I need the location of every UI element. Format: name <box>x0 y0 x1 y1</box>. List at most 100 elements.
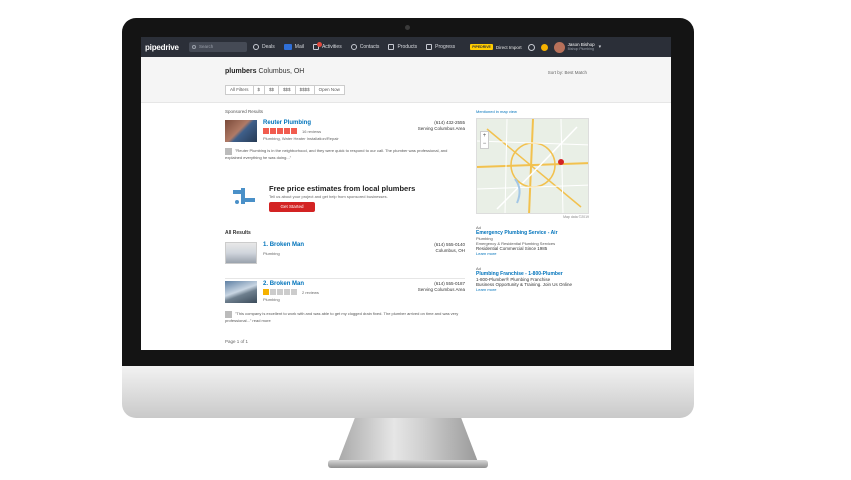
business-contact: (614) 555-0187 Serving Columbus Area <box>418 281 465 293</box>
side-ad[interactable]: Ad Emergency Plumbing Service - Air Plum… <box>476 225 589 256</box>
nav-progress[interactable]: Progress <box>426 44 455 50</box>
business-category: Plumbing <box>263 297 280 302</box>
deal-status[interactable]: PIPEDRIVE Direct Import <box>470 44 527 50</box>
business-name[interactable]: 1. Broken Man <box>263 242 304 248</box>
monitor-chin <box>122 366 694 418</box>
filter-price-3[interactable]: $$$ <box>278 85 296 95</box>
sponsored-listing[interactable]: Reuter Plumbing 16 reviews Plumbing, Wat… <box>225 120 465 164</box>
promo-title: Free price estimates from local plumbers <box>269 184 416 193</box>
map-pin-icon[interactable] <box>558 159 564 165</box>
filter-price-4[interactable]: $$$$ <box>294 85 315 95</box>
search-placeholder: Search <box>199 44 214 49</box>
webcam <box>405 25 410 30</box>
star-icon <box>270 289 276 295</box>
business-photo[interactable] <box>225 242 257 264</box>
help-icon[interactable] <box>527 43 535 51</box>
nav-contacts[interactable]: Contacts <box>350 44 380 50</box>
chevron-down-icon[interactable]: ▾ <box>599 44 602 50</box>
ad-link[interactable]: Learn more <box>476 251 589 256</box>
review-count: 16 reviews <box>302 128 322 134</box>
star-rating: 16 reviews <box>263 128 321 134</box>
star-icon <box>263 289 269 295</box>
filter-open-now[interactable]: Open Now <box>313 85 345 95</box>
star-rating: 2 reviews <box>263 289 319 295</box>
business-area: Serving Columbus Area <box>417 126 465 131</box>
business-category: Plumbing, Water Heater Installation/Repa… <box>263 136 339 141</box>
all-results-heading: All Results <box>225 230 251 236</box>
monitor-foot <box>328 460 488 468</box>
business-name[interactable]: 2. Broken Man <box>263 281 304 287</box>
nav-contacts-label: Contacts <box>359 44 380 50</box>
contacts-icon <box>350 44 357 50</box>
products-icon <box>388 44 395 50</box>
get-started-button[interactable]: Get Started <box>269 202 315 212</box>
map-attribution: Map data ©2019 <box>563 215 589 219</box>
map-view-link[interactable]: Mentioned in map view <box>476 109 589 114</box>
filter-all[interactable]: All Filters <box>225 85 254 95</box>
deal-text: Direct Import <box>495 44 522 50</box>
app-topbar: pipedrive Search Deals Mail Activities C… <box>141 37 671 57</box>
result-name: Broken Man <box>269 281 305 287</box>
divider <box>225 278 465 279</box>
screen: pipedrive Search Deals Mail Activities C… <box>141 37 671 350</box>
star-icon <box>277 289 283 295</box>
nav-deals[interactable]: Deals <box>253 44 275 50</box>
star-icon <box>284 128 290 134</box>
reviewer-avatar <box>225 311 232 318</box>
result-item[interactable]: 2. Broken Man 2 reviews Plumbing (614) 5… <box>225 281 465 337</box>
monitor-scene: pipedrive Search Deals Mail Activities C… <box>0 0 851 480</box>
user-menu[interactable]: Jason Bishop Bishop Plumbing <box>568 42 595 52</box>
ad-link[interactable]: Learn more <box>476 287 589 292</box>
business-area: Serving Columbus Area <box>417 287 465 292</box>
snippet-text: "This company is excellent to work with … <box>225 311 459 323</box>
promo-subtitle: Tell us about your project and get help … <box>269 194 388 199</box>
results-map[interactable]: + − <box>476 118 589 214</box>
business-photo[interactable] <box>225 120 257 142</box>
lightbulb-icon[interactable] <box>540 43 548 51</box>
map-roads <box>477 119 588 213</box>
pipedrive-logo[interactable]: pipedrive <box>145 43 189 52</box>
page-title: plumbers Columbus, OH <box>225 68 304 75</box>
sponsored-label: Sponsored Results <box>225 109 264 114</box>
filter-price-2[interactable]: $$ <box>264 85 280 95</box>
nav-products[interactable]: Products <box>388 44 417 50</box>
star-icon <box>284 289 290 295</box>
business-contact: (614) 432-2555 Serving Columbus Area <box>418 120 465 132</box>
pagination: Page 1 of 1 <box>225 339 249 344</box>
nav-activities[interactable]: Activities <box>312 41 342 50</box>
search-term: plumbers <box>225 68 257 75</box>
avatar[interactable] <box>553 41 565 53</box>
side-ad[interactable]: Ad Plumbing Franchise - 1-800-Plumber 1-… <box>476 266 589 292</box>
progress-icon <box>426 44 433 50</box>
star-icon <box>270 128 276 134</box>
search-input[interactable]: Search <box>189 42 247 52</box>
review-count: 2 reviews <box>302 289 319 295</box>
nav-activities-label: Activities <box>321 44 342 50</box>
results-column: Sponsored Results Reuter Plumbing 16 rev… <box>225 109 465 344</box>
business-contact: (614) 555-0140 Columbus, OH <box>434 242 465 254</box>
business-name[interactable]: Reuter Plumbing <box>263 120 311 126</box>
star-icon <box>291 128 297 134</box>
search-location: Columbus, OH <box>256 68 305 75</box>
nav-mail[interactable]: Mail <box>283 44 304 50</box>
monitor-stand <box>338 418 478 462</box>
sidebar: Mentioned in map view + − Map data ©2019… <box>476 109 589 292</box>
business-photo[interactable] <box>225 281 257 303</box>
business-area: Columbus, OH <box>435 248 465 253</box>
business-category: Plumbing <box>263 251 280 256</box>
result-name: Broken Man <box>269 242 305 248</box>
search-header: plumbers Columbus, OH Sort by: Best Matc… <box>141 57 671 103</box>
plumbing-icon <box>233 188 255 204</box>
reviewer-avatar <box>225 148 232 155</box>
mail-icon <box>283 44 292 50</box>
snippet-text: "Reuter Plumbing is in the neighborhood,… <box>225 148 448 160</box>
star-icon <box>277 128 283 134</box>
map-zoom-control[interactable]: + − <box>480 131 489 149</box>
star-icon <box>291 289 297 295</box>
filter-bar: All Filters $ $$ $$$ $$$$ Open Now <box>225 85 345 95</box>
sort-dropdown[interactable]: Sort by: Best Match <box>548 70 587 75</box>
result-item[interactable]: 1. Broken Man Plumbing (614) 555-0140 Co… <box>225 242 465 276</box>
estimate-promo: Free price estimates from local plumbers… <box>225 180 465 222</box>
nav-deals-label: Deals <box>262 44 275 50</box>
review-snippet: "This company is excellent to work with … <box>225 311 465 323</box>
